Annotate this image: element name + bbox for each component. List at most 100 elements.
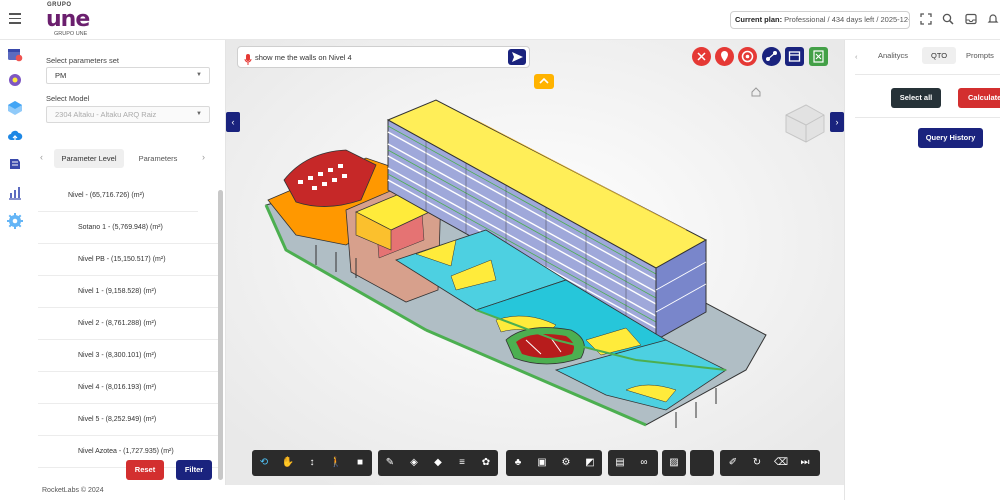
erase-icon[interactable]: ⌫	[774, 456, 788, 470]
query-history-button[interactable]: Query History	[918, 128, 983, 148]
section-icon[interactable]: ◈	[407, 456, 421, 470]
target-icon[interactable]	[738, 47, 757, 66]
param-tabs: ‹ Parameter Level Parameters ›	[38, 149, 218, 169]
icon-rail	[0, 40, 30, 500]
pin-icon[interactable]	[715, 47, 734, 66]
zoom-icon[interactable]: ↕	[305, 456, 319, 470]
model-viewer[interactable]: show me the walls on Nivel 4 ‹ › ⟲ ✋ ↕ 🚶…	[226, 40, 844, 485]
list-item[interactable]: Nivel 1 - (9,158.528) (m²)	[38, 276, 218, 308]
pan-hand-icon[interactable]: ✋	[281, 456, 295, 470]
settings-icon[interactable]: ⚙	[559, 456, 573, 470]
hide-icon[interactable]	[692, 47, 711, 66]
cloud-upload-icon[interactable]	[7, 128, 23, 144]
export-excel-icon[interactable]	[809, 47, 828, 66]
logo-main-text: une	[46, 7, 90, 32]
list-item[interactable]: Nivel - (65,716.726) (m²)	[38, 180, 198, 212]
logo: GRUPO une GRUPO UNE	[46, 2, 96, 37]
markup-pen-icon[interactable]: ✐	[726, 456, 740, 470]
chevron-down-icon: ▼	[196, 72, 202, 78]
list-item[interactable]: Sotano 1 - (5,769.948) (m²)	[38, 212, 218, 244]
model-value: 2304 Altaku - Altaku ARQ Raiz	[55, 110, 157, 119]
top-bar: GRUPO une GRUPO UNE Current plan: Profes…	[0, 0, 1000, 40]
orbit-icon[interactable]: ⟲	[257, 456, 271, 470]
clusters-icon[interactable]: ✿	[479, 456, 493, 470]
params-set-select[interactable]: PM ▼	[46, 67, 210, 84]
collapse-right-panel-button[interactable]: ›	[830, 112, 844, 132]
send-button[interactable]	[508, 49, 526, 65]
tab-prompts[interactable]: Prompts	[966, 51, 994, 60]
query-bar[interactable]: show me the walls on Nivel 4	[237, 46, 530, 68]
calculate-button[interactable]: Calculate	[958, 88, 1000, 108]
layers-toggle-icon[interactable]: ≡	[455, 456, 469, 470]
collapse-toggle[interactable]	[534, 74, 554, 89]
analytics-chart-icon[interactable]	[7, 185, 23, 201]
explode-icon[interactable]: ◆	[431, 456, 445, 470]
scrollbar-thumb[interactable]	[218, 190, 223, 480]
building-3d-model[interactable]	[226, 40, 844, 485]
bell-icon[interactable]	[986, 13, 999, 26]
plan-label: Current plan:	[735, 15, 783, 24]
walk-icon[interactable]: 🚶	[329, 456, 343, 470]
list-item[interactable]: Nivel 2 - (8,761.288) (m²)	[38, 308, 218, 340]
chevron-down-icon: ▼	[196, 111, 202, 117]
empty-tool-slot[interactable]	[690, 450, 714, 476]
select-all-button[interactable]: Select all	[891, 88, 941, 108]
properties-icon[interactable]: ▣	[535, 456, 549, 470]
left-panel: Select parameters set PM ▼ Select Model …	[30, 40, 226, 485]
current-plan-badge: Current plan: Professional / 434 days le…	[730, 11, 910, 29]
location-pin-icon[interactable]	[7, 73, 23, 89]
chevron-left-icon[interactable]: ‹	[40, 152, 43, 162]
inbox-icon[interactable]	[964, 13, 977, 26]
reset-view-icon[interactable]: ↻	[750, 456, 764, 470]
cube-model-icon[interactable]	[7, 100, 23, 116]
collapse-left-panel-button[interactable]: ‹	[226, 112, 240, 132]
route-icon[interactable]	[762, 47, 781, 66]
model-label: Select Model	[46, 94, 90, 103]
view-toolbar: ▨	[662, 450, 686, 476]
tab-parameters[interactable]: Parameters	[130, 149, 186, 168]
list-item[interactable]: Nivel PB - (15,150.517) (m²)	[38, 244, 218, 276]
divider	[855, 74, 1000, 75]
window-icon[interactable]	[785, 47, 804, 66]
params-set-label: Select parameters set	[46, 56, 119, 65]
measure-icon[interactable]: ✎	[383, 456, 397, 470]
filter-button[interactable]: Filter	[176, 460, 212, 480]
search-icon[interactable]	[941, 13, 954, 26]
params-set-value: PM	[55, 71, 67, 80]
tab-parameter-level[interactable]: Parameter Level	[54, 149, 124, 168]
list-item[interactable]: Nivel 5 - (8,252.949) (m²)	[38, 404, 218, 436]
tab-analytics[interactable]: Analitycs	[878, 51, 908, 60]
list-item[interactable]: Nivel 3 - (8,300.101) (m²)	[38, 340, 218, 372]
calendar-icon[interactable]	[7, 46, 23, 62]
edit-toolbar: ✐ ↻ ⌫ ⏭	[720, 450, 820, 476]
image-icon[interactable]: ▨	[667, 456, 681, 470]
model-select[interactable]: 2304 Altaku - Altaku ARQ Raiz ▼	[46, 106, 210, 123]
query-input[interactable]: show me the walls on Nivel 4	[255, 47, 352, 68]
right-panel: ‹ Analitycs QTO Prompts Select all Calcu…	[844, 40, 1000, 500]
docs-toolbar: ▤ ∞	[608, 450, 658, 476]
model-toolbar: ♣ ▣ ⚙ ◩	[506, 450, 602, 476]
layers-icon[interactable]	[7, 156, 23, 172]
tab-qto[interactable]: QTO	[922, 47, 957, 64]
hierarchy-icon[interactable]: ♣	[511, 456, 525, 470]
camera-icon[interactable]: ■	[353, 456, 367, 470]
chevron-right-icon[interactable]: ›	[202, 152, 205, 162]
link-icon[interactable]: ∞	[637, 456, 651, 470]
document-icon[interactable]: ▤	[613, 456, 627, 470]
home-icon[interactable]	[751, 84, 761, 97]
reset-button[interactable]: Reset	[126, 460, 164, 480]
navigation-toolbar: ⟲ ✋ ↕ 🚶 ■	[252, 450, 372, 476]
app-root: GRUPO une GRUPO UNE Current plan: Profes…	[0, 0, 1000, 500]
settings-gear-icon[interactable]	[7, 213, 23, 229]
fit-to-view-icon[interactable]: ◩	[583, 456, 597, 470]
fullscreen-icon[interactable]	[919, 13, 932, 26]
divider	[855, 117, 1000, 118]
chevron-left-icon[interactable]: ‹	[855, 52, 858, 61]
list-item[interactable]: Nivel 4 - (8,016.193) (m²)	[38, 372, 218, 404]
level-list: Nivel - (65,716.726) (m²) Sotano 1 - (5,…	[38, 180, 222, 480]
modeling-toolbar: ✎ ◈ ◆ ≡ ✿	[378, 450, 498, 476]
menu-icon[interactable]	[9, 13, 21, 25]
footer-copyright: RocketLabs © 2024	[42, 487, 104, 494]
microphone-icon[interactable]	[244, 52, 252, 65]
skip-icon[interactable]: ⏭	[798, 456, 812, 470]
